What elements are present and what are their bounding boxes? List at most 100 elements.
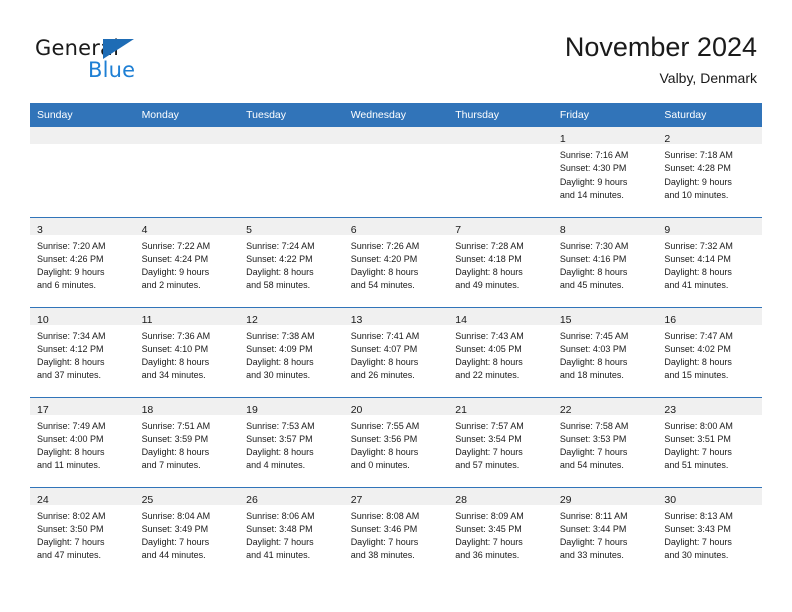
calendar-day-cell[interactable]: 13 Sunrise: 7:41 AM Sunset: 4:07 PM Dayligh… — [343, 306, 449, 397]
day-detail-block: Sunrise: 7:28 AM Sunset: 4:18 PM Daylight:… — [448, 235, 553, 293]
calendar-day-cell[interactable]: 3 Sunrise: 7:20 AM Sunset: 4:26 PM Daylight… — [30, 216, 135, 307]
day-detail-line: Daylight: 8 hours — [37, 447, 105, 458]
calendar-day-cell[interactable]: 10 Sunrise: 7:34 AM Sunset: 4:12 PM Dayligh… — [30, 306, 135, 397]
day-number-strip: 7 — [448, 217, 553, 236]
general-blue-logo[interactable]: General Blue — [35, 36, 165, 84]
title-block: November 2024 Valby, Denmark — [565, 30, 757, 89]
day-detail-line: Daylight: 7 hours — [37, 537, 105, 548]
day-detail-line: Daylight: 8 hours — [664, 357, 732, 368]
day-number: 13 — [350, 313, 363, 326]
day-number: 30 — [664, 493, 677, 506]
calendar-day-cell[interactable]: 20 Sunrise: 7:55 AM Sunset: 3:56 PM Dayligh… — [343, 396, 449, 487]
day-detail-line: and 41 minutes. — [246, 550, 311, 561]
day-detail-block: Sunrise: 7:34 AM Sunset: 4:12 PM Daylight:… — [30, 325, 135, 383]
day-detail-line: Daylight: 7 hours — [559, 447, 628, 458]
day-number: 24 — [37, 493, 49, 506]
day-number: 25 — [141, 493, 154, 506]
day-detail-line: Sunset: 4:02 PM — [664, 343, 731, 354]
day-detail-block: Sunrise: 8:00 AM Sunset: 3:51 PM Daylight:… — [657, 415, 762, 473]
calendar-day-cell[interactable]: 18 Sunrise: 7:51 AM Sunset: 3:59 PM Dayligh… — [134, 396, 240, 487]
day-number-strip: 22 — [552, 397, 658, 416]
day-number: 12 — [246, 313, 258, 326]
day-number: 8 — [559, 223, 566, 236]
day-number-strip: 29 — [552, 487, 658, 506]
day-detail-line: and 34 minutes. — [141, 370, 206, 381]
day-detail-line: Sunset: 3:53 PM — [559, 433, 627, 444]
day-detail-line: Daylight: 7 hours — [455, 537, 523, 548]
day-detail-block: Sunrise: 7:38 AM Sunset: 4:09 PM Daylight:… — [239, 325, 344, 383]
calendar-day-cell-empty — [134, 127, 240, 217]
calendar-day-cell[interactable]: 24 Sunrise: 8:02 AM Sunset: 3:50 PM Dayligh… — [30, 486, 135, 577]
day-detail-line: Daylight: 9 hours — [664, 176, 732, 187]
calendar-day-cell[interactable]: 5 Sunrise: 7:24 AM Sunset: 4:22 PM Daylight… — [239, 216, 344, 307]
day-detail-line: Sunset: 3:43 PM — [664, 523, 731, 534]
day-number-strip: 26 — [239, 487, 344, 506]
calendar-day-cell[interactable]: 27 Sunrise: 8:08 AM Sunset: 3:46 PM Dayligh… — [343, 486, 449, 577]
calendar-day-cell[interactable]: 23 Sunrise: 8:00 AM Sunset: 3:51 PM Dayligh… — [657, 396, 762, 487]
calendar-day-cell[interactable]: 28 Sunrise: 8:09 AM Sunset: 3:45 PM Dayligh… — [448, 486, 553, 577]
day-detail-line: and 49 minutes. — [455, 280, 520, 291]
day-number-strip: 18 — [134, 397, 240, 416]
day-detail-line: Sunrise: 8:06 AM — [246, 510, 315, 521]
day-detail-line: Sunrise: 7:41 AM — [350, 330, 420, 341]
calendar-day-cell[interactable]: 17 Sunrise: 7:49 AM Sunset: 4:00 PM Dayligh… — [30, 396, 135, 487]
calendar-day-cell[interactable]: 6 Sunrise: 7:26 AM Sunset: 4:20 PM Daylight… — [343, 216, 449, 307]
calendar-day-cell[interactable]: 22 Sunrise: 7:58 AM Sunset: 3:53 PM Dayligh… — [552, 396, 658, 487]
day-number-strip — [448, 127, 553, 144]
day-detail-line: Sunrise: 8:08 AM — [350, 510, 420, 521]
day-detail-block: Sunrise: 7:41 AM Sunset: 4:07 PM Daylight:… — [344, 325, 449, 383]
calendar-day-cell[interactable]: 7 Sunrise: 7:28 AM Sunset: 4:18 PM Daylight… — [448, 216, 553, 307]
day-number: 14 — [455, 313, 467, 326]
day-detail-line: Sunrise: 7:22 AM — [141, 240, 211, 251]
calendar-day-cell[interactable]: 14 Sunrise: 7:43 AM Sunset: 4:05 PM Dayligh… — [448, 306, 553, 397]
day-detail-line: and 0 minutes. — [350, 460, 410, 471]
day-number-strip: 10 — [30, 307, 135, 326]
day-detail-line: Daylight: 7 hours — [141, 537, 210, 548]
day-detail-block: Sunrise: 8:11 AM Sunset: 3:44 PM Daylight:… — [553, 505, 658, 563]
calendar-day-cell[interactable]: 30 Sunrise: 8:13 AM Sunset: 3:43 PM Dayligh… — [657, 486, 762, 577]
calendar-day-cell-empty — [448, 127, 553, 217]
day-number: 20 — [350, 403, 363, 416]
day-detail-line: Daylight: 8 hours — [455, 357, 523, 368]
day-detail-line: Sunrise: 8:11 AM — [559, 510, 628, 521]
page-title: November 2024 — [564, 32, 757, 62]
day-detail-line: Sunset: 4:26 PM — [37, 253, 104, 264]
day-detail-line: Daylight: 8 hours — [350, 447, 419, 458]
day-detail-line: Sunset: 3:51 PM — [664, 433, 731, 444]
day-detail-line: Sunset: 4:24 PM — [141, 253, 209, 264]
calendar-day-cell[interactable]: 11 Sunrise: 7:36 AM Sunset: 4:10 PM Dayligh… — [134, 306, 240, 397]
day-detail-line: and 11 minutes. — [37, 460, 101, 471]
day-number-strip: 12 — [239, 307, 344, 326]
calendar-week-row: 3 Sunrise: 7:20 AM Sunset: 4:26 PM Daylight… — [30, 216, 762, 307]
day-number-strip: 27 — [343, 487, 449, 506]
day-detail-line: Sunset: 4:20 PM — [350, 253, 418, 264]
calendar-day-cell[interactable]: 2 Sunrise: 7:18 AM Sunset: 4:28 PM Daylight… — [657, 127, 762, 217]
day-detail-line: Sunrise: 7:34 AM — [37, 330, 106, 341]
day-detail-line: Daylight: 8 hours — [246, 267, 314, 278]
day-number: 2 — [664, 133, 671, 145]
day-detail-line: Sunrise: 8:09 AM — [455, 510, 524, 521]
calendar-day-cell[interactable]: 21 Sunrise: 7:57 AM Sunset: 3:54 PM Dayligh… — [448, 396, 553, 487]
calendar-day-cell[interactable]: 29 Sunrise: 8:11 AM Sunset: 3:44 PM Dayligh… — [552, 486, 658, 577]
calendar-day-cell[interactable]: 8 Sunrise: 7:30 AM Sunset: 4:16 PM Daylight… — [552, 216, 658, 307]
calendar-day-cell[interactable]: 12 Sunrise: 7:38 AM Sunset: 4:09 PM Dayligh… — [239, 306, 344, 397]
day-detail-line: and 44 minutes. — [141, 550, 206, 561]
day-detail-line: Sunset: 3:49 PM — [141, 523, 209, 534]
day-detail-line: Sunrise: 7:20 AM — [37, 240, 106, 251]
calendar-day-cell[interactable]: 4 Sunrise: 7:22 AM Sunset: 4:24 PM Daylight… — [134, 216, 240, 307]
calendar-day-cell[interactable]: 25 Sunrise: 8:04 AM Sunset: 3:49 PM Dayligh… — [134, 486, 240, 577]
weekday-header-row: Sunday Monday Tuesday Wednesday Thursday… — [30, 103, 762, 127]
calendar-day-cell[interactable]: 1 Sunrise: 7:16 AM Sunset: 4:30 PM Daylight… — [552, 127, 658, 217]
day-detail-block: Sunrise: 7:30 AM Sunset: 4:16 PM Daylight:… — [553, 235, 658, 293]
calendar-day-cell[interactable]: 26 Sunrise: 8:06 AM Sunset: 3:48 PM Dayligh… — [239, 486, 344, 577]
calendar-day-cell[interactable]: 15 Sunrise: 7:45 AM Sunset: 4:03 PM Dayligh… — [552, 306, 658, 397]
day-detail-line: Daylight: 8 hours — [664, 267, 732, 278]
page-subtitle-location: Valby, Denmark — [659, 70, 757, 86]
calendar-day-cell[interactable]: 19 Sunrise: 7:53 AM Sunset: 3:57 PM Dayligh… — [239, 396, 344, 487]
calendar-day-cell[interactable]: 9 Sunrise: 7:32 AM Sunset: 4:14 PM Daylight… — [657, 216, 762, 307]
day-detail-line: and 4 minutes. — [246, 460, 306, 471]
day-detail-line: Sunset: 4:22 PM — [246, 253, 313, 264]
calendar-week-row: 10 Sunrise: 7:34 AM Sunset: 4:12 PM Dayligh… — [30, 306, 762, 397]
calendar-table: Sunday Monday Tuesday Wednesday Thursday… — [30, 103, 762, 577]
calendar-day-cell[interactable]: 16 Sunrise: 7:47 AM Sunset: 4:02 PM Dayligh… — [657, 306, 762, 397]
